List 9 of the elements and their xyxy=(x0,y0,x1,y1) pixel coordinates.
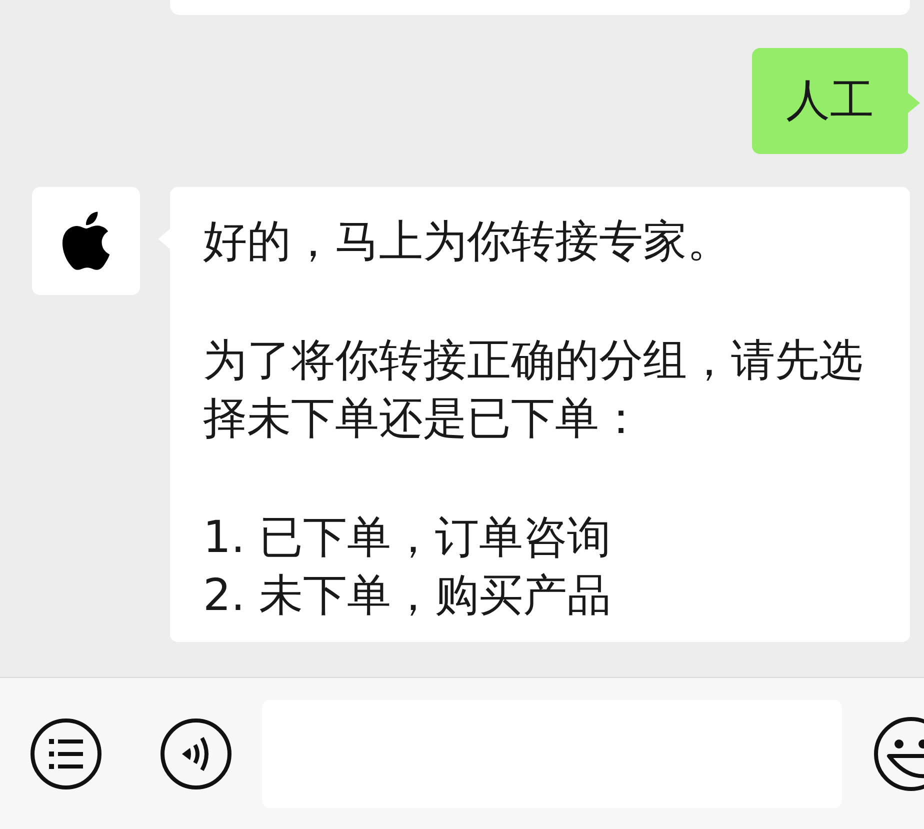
message-text: 2. 未下单，购买产品 xyxy=(203,569,612,623)
apple-icon xyxy=(62,211,110,271)
list-icon[interactable] xyxy=(30,718,102,790)
message-text: 人工 xyxy=(786,74,874,128)
voice-icon[interactable] xyxy=(160,718,232,790)
message-text: 为了将你转接正确的分组，请先选择未下单还是已下单： xyxy=(203,334,864,446)
message-text: 1. 已下单，订单咨询 xyxy=(203,511,612,565)
message-text: 好的，马上为你转接专家。 xyxy=(203,215,732,269)
emoji-icon[interactable] xyxy=(872,716,924,792)
